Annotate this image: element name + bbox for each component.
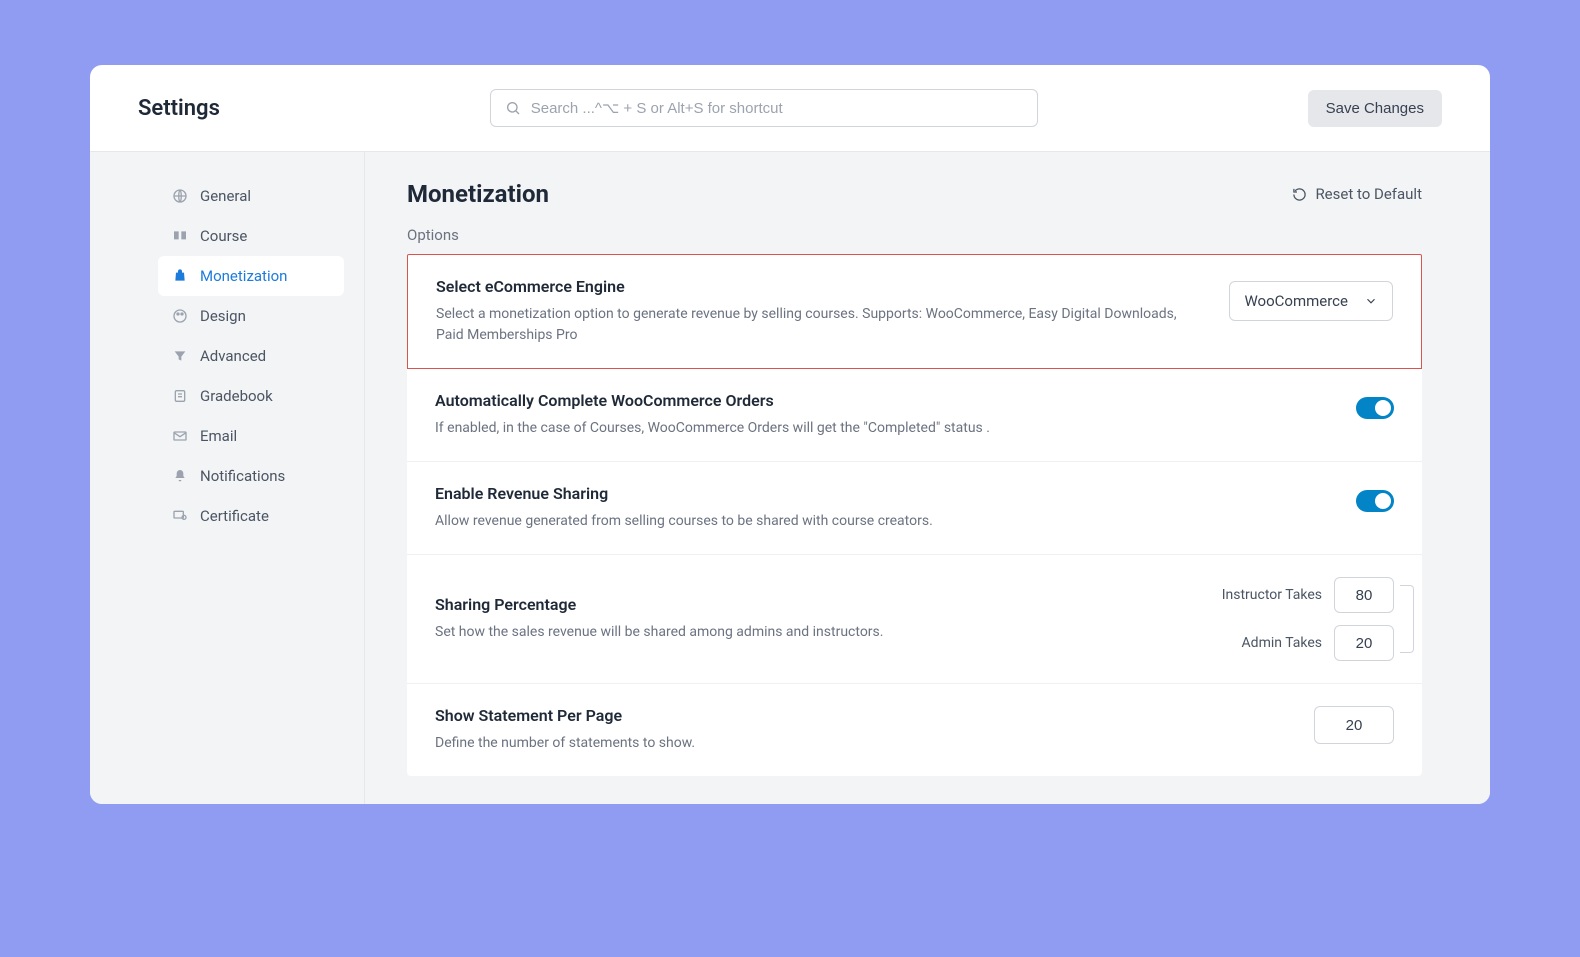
main-content: Monetization Reset to Default Options Se… bbox=[365, 152, 1490, 804]
bracket-decoration bbox=[1400, 585, 1414, 653]
row-text: Select eCommerce Engine Select a monetiz… bbox=[436, 277, 1189, 346]
autocomplete-toggle[interactable] bbox=[1356, 397, 1394, 419]
sidebar-item-label: Course bbox=[200, 227, 247, 245]
globe-icon bbox=[172, 188, 188, 204]
search-box[interactable] bbox=[490, 89, 1038, 127]
search-wrap bbox=[244, 89, 1284, 127]
sidebar-item-label: General bbox=[200, 187, 251, 205]
sidebar-item-label: Certificate bbox=[200, 507, 269, 525]
ecommerce-engine-select[interactable]: WooCommerce bbox=[1229, 281, 1393, 321]
search-icon bbox=[505, 100, 521, 116]
main-header: Monetization Reset to Default bbox=[407, 180, 1422, 208]
sidebar-item-label: Gradebook bbox=[200, 387, 273, 405]
select-value: WooCommerce bbox=[1244, 292, 1348, 310]
sidebar-item-general[interactable]: General bbox=[158, 176, 344, 216]
bag-icon bbox=[172, 268, 188, 284]
revenue-sharing-toggle[interactable] bbox=[1356, 490, 1394, 512]
sidebar-item-label: Email bbox=[200, 427, 237, 445]
page-title: Settings bbox=[138, 96, 220, 121]
sidebar-item-email[interactable]: Email bbox=[158, 416, 344, 456]
palette-icon bbox=[172, 308, 188, 324]
row-title: Enable Revenue Sharing bbox=[435, 484, 1316, 503]
chevron-down-icon bbox=[1364, 294, 1378, 308]
main-title: Monetization bbox=[407, 180, 549, 208]
row-revenue-sharing: Enable Revenue Sharing Allow revenue gen… bbox=[407, 462, 1422, 555]
row-text: Enable Revenue Sharing Allow revenue gen… bbox=[435, 484, 1316, 532]
mail-icon bbox=[172, 428, 188, 444]
sidebar-item-label: Advanced bbox=[200, 347, 266, 365]
sidebar-item-label: Design bbox=[200, 307, 246, 325]
admin-row: Admin Takes bbox=[1242, 625, 1394, 661]
sidebar-item-monetization[interactable]: Monetization bbox=[158, 256, 344, 296]
row-sharing-percentage: Sharing Percentage Set how the sales rev… bbox=[407, 555, 1422, 684]
instructor-row: Instructor Takes bbox=[1222, 577, 1394, 613]
options-panel: Select eCommerce Engine Select a monetiz… bbox=[407, 254, 1422, 776]
row-title: Show Statement Per Page bbox=[435, 706, 1274, 725]
book-icon bbox=[172, 228, 188, 244]
sidebar-item-gradebook[interactable]: Gradebook bbox=[158, 376, 344, 416]
admin-input[interactable] bbox=[1334, 625, 1394, 661]
sidebar-item-notifications[interactable]: Notifications bbox=[158, 456, 344, 496]
options-label: Options bbox=[407, 226, 1422, 244]
sidebar-item-design[interactable]: Design bbox=[158, 296, 344, 336]
row-desc: Allow revenue generated from selling cou… bbox=[435, 511, 1316, 532]
row-title: Automatically Complete WooCommerce Order… bbox=[435, 391, 1316, 410]
filter-icon bbox=[172, 348, 188, 364]
instructor-label: Instructor Takes bbox=[1222, 587, 1322, 603]
row-title: Select eCommerce Engine bbox=[436, 277, 1189, 296]
reset-icon bbox=[1292, 187, 1307, 202]
statement-per-page-input[interactable] bbox=[1314, 706, 1394, 744]
bell-icon bbox=[172, 468, 188, 484]
search-input[interactable] bbox=[531, 100, 1023, 117]
document-icon bbox=[172, 388, 188, 404]
sidebar-item-certificate[interactable]: Certificate bbox=[158, 496, 344, 536]
save-button[interactable]: Save Changes bbox=[1308, 90, 1442, 127]
instructor-input[interactable] bbox=[1334, 577, 1394, 613]
reset-label: Reset to Default bbox=[1315, 185, 1422, 203]
row-desc: Select a monetization option to generate… bbox=[436, 304, 1189, 346]
row-text: Sharing Percentage Set how the sales rev… bbox=[435, 595, 1182, 643]
sidebar: General Course Monetization Design Advan… bbox=[90, 152, 365, 804]
sidebar-item-advanced[interactable]: Advanced bbox=[158, 336, 344, 376]
sidebar-item-label: Notifications bbox=[200, 467, 285, 485]
reset-to-default[interactable]: Reset to Default bbox=[1292, 185, 1422, 203]
row-desc: Set how the sales revenue will be shared… bbox=[435, 622, 1182, 643]
settings-window: Settings Save Changes General Course bbox=[90, 65, 1490, 804]
admin-label: Admin Takes bbox=[1242, 635, 1322, 651]
certificate-icon bbox=[172, 508, 188, 524]
row-autocomplete-orders: Automatically Complete WooCommerce Order… bbox=[407, 369, 1422, 462]
row-statement-per-page: Show Statement Per Page Define the numbe… bbox=[407, 684, 1422, 776]
row-title: Sharing Percentage bbox=[435, 595, 1182, 614]
row-desc: If enabled, in the case of Courses, WooC… bbox=[435, 418, 1316, 439]
sidebar-item-label: Monetization bbox=[200, 267, 287, 285]
row-text: Automatically Complete WooCommerce Order… bbox=[435, 391, 1316, 439]
row-text: Show Statement Per Page Define the numbe… bbox=[435, 706, 1274, 754]
row-desc: Define the number of statements to show. bbox=[435, 733, 1274, 754]
sidebar-item-course[interactable]: Course bbox=[158, 216, 344, 256]
percentage-controls: Instructor Takes Admin Takes bbox=[1222, 577, 1394, 661]
row-ecommerce-engine: Select eCommerce Engine Select a monetiz… bbox=[407, 254, 1422, 369]
header-bar: Settings Save Changes bbox=[90, 65, 1490, 152]
body: General Course Monetization Design Advan… bbox=[90, 152, 1490, 804]
